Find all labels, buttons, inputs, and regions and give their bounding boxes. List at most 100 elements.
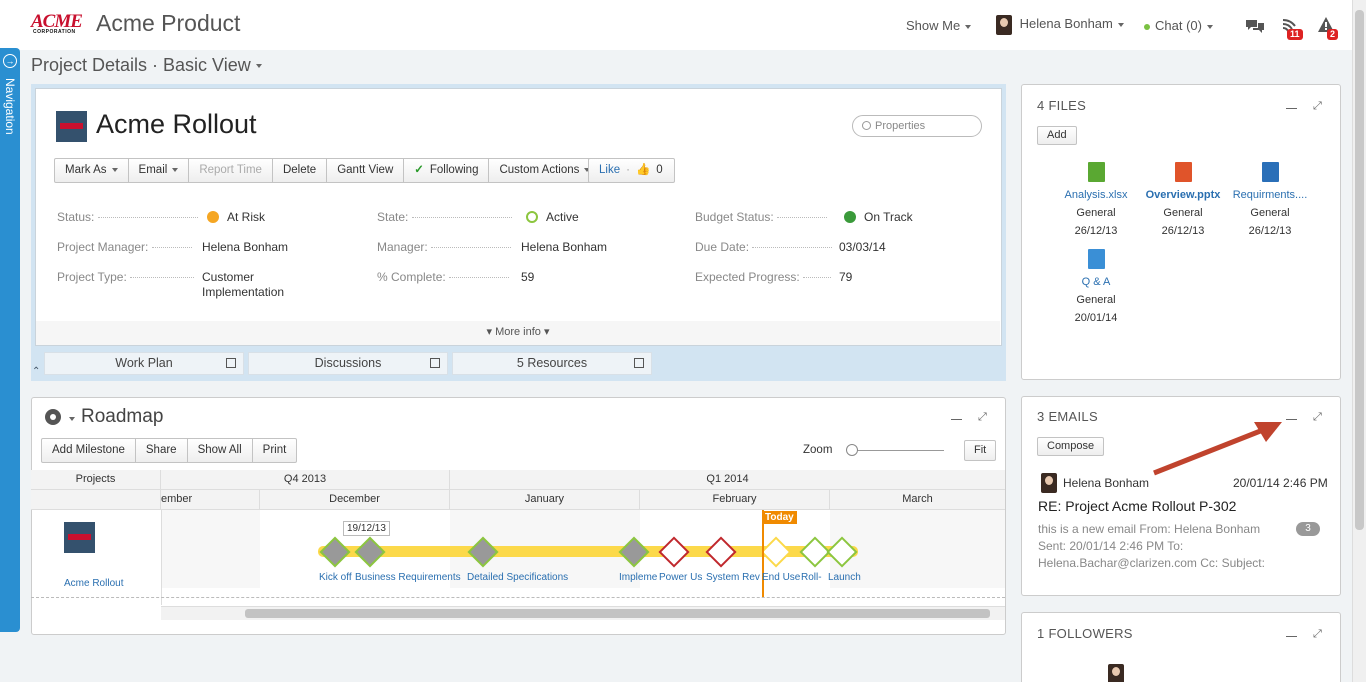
zoom-slider[interactable] (848, 450, 944, 451)
file-item[interactable]: Analysis.xlsx General 26/12/13 (1051, 162, 1141, 240)
print-button[interactable]: Print (253, 439, 297, 462)
project-manager-value[interactable]: Helena Bonham (202, 240, 288, 254)
properties-search-input[interactable]: Properties (852, 115, 982, 137)
file-name[interactable]: Analysis.xlsx (1051, 186, 1141, 204)
minimize-icon[interactable] (1286, 636, 1297, 637)
state-value[interactable]: Active (526, 210, 579, 224)
roadmap-project-link[interactable]: Acme Rollout (64, 578, 123, 589)
gantt-view-button[interactable]: Gantt View (327, 159, 405, 182)
custom-actions-button[interactable]: Custom Actions (489, 159, 600, 182)
alerts-badge: 2 (1327, 29, 1339, 40)
navigation-tab[interactable]: → Navigation (0, 48, 20, 632)
expand-icon[interactable]: ⤢ (978, 411, 987, 423)
milestone-label[interactable]: Power Us (659, 572, 702, 583)
emails-title: 3 EMAILS (1037, 409, 1098, 424)
breadcrumb[interactable]: Project Details · Basic View (31, 55, 262, 76)
powerpoint-file-icon (1174, 162, 1192, 182)
grid-divider (31, 597, 1005, 598)
chevron-down-icon[interactable] (64, 411, 75, 425)
milestone-label[interactable]: Kick off (319, 572, 352, 583)
collapse-icon[interactable]: ⌃ (32, 366, 40, 377)
grid-divider (161, 510, 162, 605)
page-scrollbar[interactable] (1352, 0, 1366, 682)
expand-icon[interactable]: ⤢ (1313, 411, 1322, 423)
file-name[interactable]: Q & A (1051, 273, 1141, 291)
share-button[interactable]: Share (136, 439, 188, 462)
tab-work-plan[interactable]: Work Plan (44, 352, 244, 375)
manager-value[interactable]: Helena Bonham (521, 240, 607, 254)
project-type-value[interactable]: Customer Implementation (202, 270, 284, 300)
checkbox-icon[interactable] (634, 358, 644, 368)
milestone-label[interactable]: End Use (762, 572, 800, 583)
project-type-label: Project Type: (57, 270, 195, 284)
like-button[interactable]: Like · 👍 0 (588, 158, 675, 183)
milestone-system-review (705, 536, 737, 568)
budget-status-value[interactable]: On Track (844, 210, 913, 224)
file-date: 20/01/14 (1074, 312, 1118, 324)
report-time-button[interactable]: Report Time (189, 159, 273, 182)
milestone-label[interactable]: Launch (828, 572, 861, 583)
file-item[interactable]: Q & A General 20/01/14 (1051, 249, 1141, 327)
tab-resources[interactable]: 5 Resources (452, 352, 652, 375)
status-value[interactable]: At Risk (207, 210, 265, 224)
email-button[interactable]: Email (129, 159, 190, 182)
milestone-label[interactable]: Detailed Specifications (467, 572, 568, 583)
minimize-icon[interactable] (1286, 108, 1297, 109)
budget-status-label: Budget Status: (695, 210, 828, 224)
checkbox-icon[interactable] (226, 358, 236, 368)
show-me-menu[interactable]: Show Me (906, 18, 972, 33)
show-all-button[interactable]: Show All (188, 439, 253, 462)
percent-complete-value[interactable]: 59 (521, 270, 534, 284)
chat-menu[interactable]: Chat (0) (1144, 18, 1213, 33)
roadmap-window-controls: ⤢ (951, 411, 991, 425)
delete-button[interactable]: Delete (273, 159, 328, 182)
email-subject[interactable]: RE: Project Acme Rollout P-302 (1038, 498, 1236, 514)
acme-logo[interactable]: ACME CORPORATION (31, 12, 83, 35)
due-date-label: Due Date: (695, 240, 833, 254)
milestone-end-user (760, 536, 792, 568)
add-file-button[interactable]: Add (1037, 126, 1077, 145)
expand-icon[interactable]: ⤢ (1313, 100, 1322, 112)
date-tooltip: 19/12/13 (343, 521, 390, 536)
file-item[interactable]: Requirments.... General 26/12/13 (1225, 162, 1315, 240)
expand-icon[interactable]: ⤢ (1313, 628, 1322, 640)
milestone-kick-off (319, 536, 351, 568)
minimize-icon[interactable] (951, 419, 962, 420)
zoom-label: Zoom (803, 444, 833, 456)
zoom-slider-handle[interactable] (846, 444, 858, 456)
milestone-label[interactable]: Impleme (619, 572, 657, 583)
expected-progress-value[interactable]: 79 (839, 270, 852, 284)
file-folder: General (1250, 207, 1290, 219)
due-date-value[interactable]: 03/03/14 (839, 240, 886, 254)
milestone-business-requirements (354, 536, 386, 568)
status-dot-icon (207, 211, 219, 223)
fit-button[interactable]: Fit (964, 440, 997, 461)
following-button[interactable]: ✓ Following (404, 159, 490, 182)
compose-button[interactable]: Compose (1037, 437, 1105, 456)
milestone-launch (826, 536, 858, 568)
file-date: 26/12/13 (1161, 225, 1205, 237)
file-folder: General (1163, 207, 1203, 219)
month-header: March (830, 490, 1005, 510)
hscroll-thumb[interactable] (245, 609, 990, 618)
checkbox-icon[interactable] (430, 358, 440, 368)
user-menu[interactable]: Helena Bonham (996, 15, 1124, 35)
milestone-label[interactable]: System Rev (706, 572, 760, 583)
tab-discussions[interactable]: Discussions (248, 352, 448, 375)
add-milestone-button[interactable]: Add Milestone (42, 439, 136, 462)
discussions-icon[interactable] (1245, 18, 1265, 34)
follower-avatar[interactable] (1108, 664, 1125, 682)
roadmap-title: Roadmap (81, 406, 164, 427)
file-name[interactable]: Requirments.... (1225, 186, 1315, 204)
milestone-label[interactable]: Roll- (801, 572, 822, 583)
gear-icon[interactable] (45, 409, 61, 425)
manager-label: Manager: (377, 240, 512, 254)
more-info-toggle[interactable]: ▾ More info ▾ (36, 321, 1000, 345)
file-item[interactable]: Overview.pptx General 26/12/13 (1138, 162, 1228, 240)
scrollbar-thumb[interactable] (1355, 10, 1364, 530)
mark-as-button[interactable]: Mark As (55, 159, 129, 182)
milestone-label[interactable]: Business Requirements (355, 572, 461, 583)
file-name[interactable]: Overview.pptx (1138, 186, 1228, 204)
email-preview: this is a new email From: Helena Bonham S… (1038, 522, 1265, 570)
project-title: Acme Rollout (96, 109, 257, 139)
